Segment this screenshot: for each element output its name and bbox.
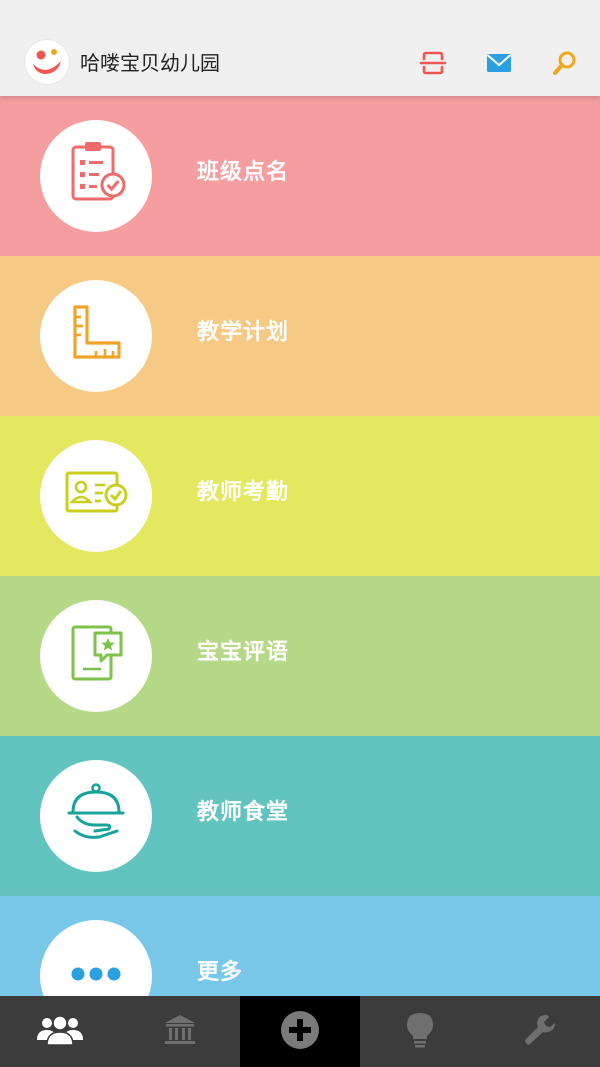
smiley-logo-icon <box>24 39 70 85</box>
menu-item-label: 教师食堂 <box>197 800 290 825</box>
tab-settings[interactable] <box>480 996 600 1067</box>
menu-item-teaching-plan[interactable]: 教学计划 <box>0 256 600 416</box>
feature-menu: 班级点名 教学计划 教师考勤 宝宝评语 教师食堂 更多 <box>0 96 600 996</box>
id-card-check-icon <box>51 449 141 543</box>
menu-item-more[interactable]: 更多 <box>0 896 600 996</box>
icon-circle <box>40 600 152 712</box>
menu-item-class-rollcall[interactable]: 班级点名 <box>0 96 600 256</box>
top-app-bar: 哈喽宝贝幼儿园 <box>0 0 600 96</box>
tab-ideas[interactable] <box>360 996 480 1067</box>
wrench-icon <box>522 1012 558 1052</box>
icon-circle <box>40 920 152 996</box>
add-circle-icon <box>280 1010 320 1054</box>
icon-circle <box>40 120 152 232</box>
tab-add[interactable] <box>240 996 360 1067</box>
mail-icon[interactable] <box>484 48 514 78</box>
menu-item-label: 班级点名 <box>197 160 290 185</box>
ruler-icon <box>51 289 141 383</box>
comment-star-icon <box>51 609 141 703</box>
food-cloche-icon <box>51 769 141 863</box>
people-icon <box>34 1012 86 1052</box>
menu-item-label: 宝宝评语 <box>197 640 290 665</box>
search-icon[interactable] <box>550 48 580 78</box>
icon-circle <box>40 280 152 392</box>
clipboard-check-icon <box>51 129 141 223</box>
tab-institution[interactable] <box>120 996 240 1067</box>
menu-item-label: 教学计划 <box>197 320 290 345</box>
menu-item-teacher-canteen[interactable]: 教师食堂 <box>0 736 600 896</box>
bottom-tab-bar <box>0 996 600 1067</box>
tab-people[interactable] <box>0 996 120 1067</box>
menu-item-label: 教师考勤 <box>197 480 290 505</box>
menu-item-label: 更多 <box>197 960 244 985</box>
icon-circle <box>40 760 152 872</box>
menu-item-teacher-attendance[interactable]: 教师考勤 <box>0 416 600 576</box>
menu-item-baby-comments[interactable]: 宝宝评语 <box>0 576 600 736</box>
institution-icon <box>162 1012 198 1052</box>
more-dots-icon <box>51 929 141 996</box>
lightbulb-icon <box>405 1011 435 1053</box>
app-title: 哈喽宝贝幼儿园 <box>80 51 220 75</box>
icon-circle <box>40 440 152 552</box>
scan-icon[interactable] <box>418 48 448 78</box>
